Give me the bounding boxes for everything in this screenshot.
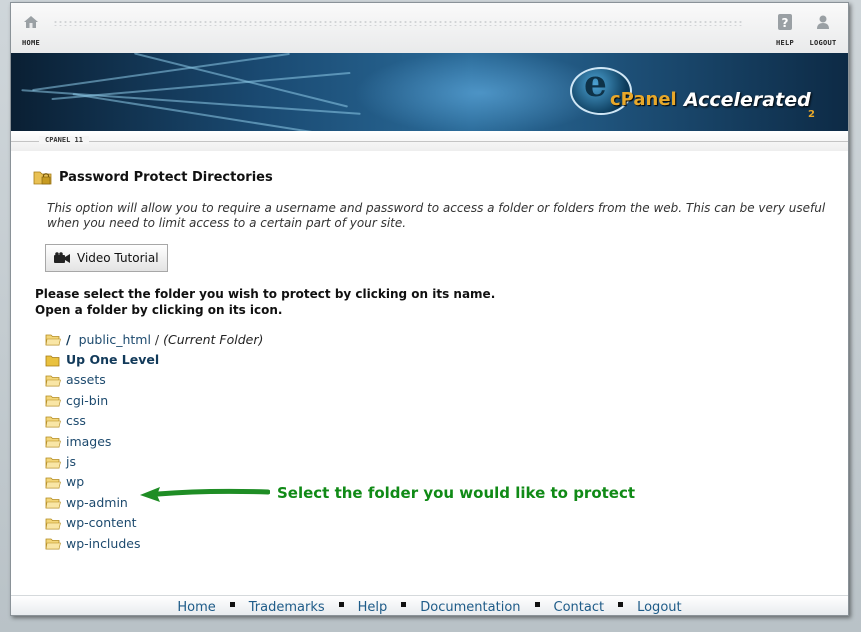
cpanel-accelerated-logo: e cPanel Accelerated 2	[570, 63, 820, 125]
folder-link-css[interactable]: css	[66, 413, 86, 428]
page-title: Password Protect Directories	[59, 169, 273, 185]
footer: Home Trademarks Help Documentation Conta…	[11, 595, 848, 615]
path-separator-2: /	[154, 331, 160, 347]
folder-lock-icon	[33, 171, 52, 185]
folder-link-images[interactable]: images	[66, 434, 111, 449]
folder-row: cgi-bin	[45, 390, 833, 410]
folder-icon[interactable]	[45, 373, 61, 387]
footer-bullet	[401, 602, 407, 607]
folder-icon[interactable]	[45, 516, 61, 530]
public-html-link[interactable]: public_html	[79, 332, 151, 347]
svg-text:?: ?	[782, 16, 789, 30]
cpanel-window: HOME ? HELP LOGOUT e cPanel Accelerated …	[10, 2, 849, 616]
up-one-level-row: Up One Level	[45, 349, 833, 369]
up-one-level-link[interactable]: Up One Level	[66, 352, 159, 367]
instruction-line-2: Open a folder by clicking on its icon.	[35, 303, 283, 317]
brand-cpanel-text: cPanel	[610, 89, 677, 110]
folder-row: assets	[45, 370, 833, 390]
logout-button[interactable]: LOGOUT	[805, 13, 841, 47]
folder-icon[interactable]	[45, 536, 61, 550]
page-description: This option will allow you to require a …	[47, 201, 826, 230]
annotation-text: Select the folder you would like to prot…	[277, 484, 636, 502]
instruction-line-1: Please select the folder you wish to pro…	[35, 287, 496, 301]
folder-row: wp-includes	[45, 533, 833, 553]
folder-icon[interactable]	[45, 475, 61, 489]
folder-list: / public_html / (Current Folder) Up One …	[45, 329, 833, 553]
section-label-bar: CPANEL 11	[11, 131, 848, 151]
cpanel-banner: e cPanel Accelerated 2	[11, 53, 848, 131]
folder-link-wp-admin[interactable]: wp-admin	[66, 495, 128, 510]
folder-link-wp-content[interactable]: wp-content	[66, 515, 137, 530]
footer-link-help[interactable]: Help	[358, 600, 388, 615]
folder-link-assets[interactable]: assets	[66, 372, 106, 387]
footer-link-logout[interactable]: Logout	[637, 600, 682, 615]
folder-row: images	[45, 431, 833, 451]
folder-up-icon[interactable]	[45, 353, 61, 367]
root-path-link[interactable]: /	[66, 332, 71, 347]
folder-link-js[interactable]: js	[66, 454, 76, 469]
folder-icon[interactable]	[45, 414, 61, 428]
logout-label: LOGOUT	[809, 39, 837, 47]
toolbar-dotted-divider	[53, 20, 743, 26]
help-button[interactable]: ? HELP	[767, 13, 803, 47]
current-path-row: / public_html / (Current Folder)	[45, 329, 833, 349]
page-header: Password Protect Directories	[33, 166, 833, 188]
footer-bullet	[338, 602, 344, 607]
footer-bullet	[229, 602, 235, 607]
instructions: Please select the folder you wish to pro…	[35, 286, 833, 318]
home-icon	[24, 16, 38, 28]
video-tutorial-button[interactable]: Video Tutorial	[45, 244, 168, 272]
folder-row: js	[45, 451, 833, 471]
folder-icon[interactable]	[45, 455, 61, 469]
folder-row: css	[45, 411, 833, 431]
cpanel-version-tag: CPANEL 11	[39, 136, 89, 144]
video-camera-icon	[54, 252, 70, 263]
brand-version: 2	[808, 109, 815, 120]
home-label: HOME	[21, 39, 41, 47]
video-tutorial-label: Video Tutorial	[77, 251, 159, 265]
footer-link-contact[interactable]: Contact	[554, 600, 605, 615]
footer-links: Home Trademarks Help Documentation Conta…	[177, 600, 681, 615]
user-logout-icon	[817, 15, 829, 29]
annotation-arrow	[140, 487, 270, 502]
footer-link-home[interactable]: Home	[177, 600, 215, 615]
folder-icon[interactable]	[45, 393, 61, 407]
home-button[interactable]: HOME	[13, 13, 49, 47]
footer-link-trademarks[interactable]: Trademarks	[249, 600, 325, 615]
folder-link-cgi-bin[interactable]: cgi-bin	[66, 393, 108, 408]
footer-bullet	[534, 602, 540, 607]
folder-icon[interactable]	[45, 434, 61, 448]
footer-link-documentation[interactable]: Documentation	[420, 600, 520, 615]
brand-accelerated-text: Accelerated	[684, 89, 811, 111]
folder-link-wp[interactable]: wp	[66, 474, 84, 489]
top-toolbar: HOME ? HELP LOGOUT	[11, 3, 848, 54]
help-label: HELP	[775, 39, 795, 47]
folder-row: wp-content	[45, 513, 833, 533]
footer-bullet	[618, 602, 624, 607]
help-icon: ?	[778, 14, 792, 30]
current-folder-note: (Current Folder)	[163, 331, 264, 347]
folder-link-wp-includes[interactable]: wp-includes	[66, 536, 140, 551]
folder-open-icon[interactable]	[45, 332, 61, 346]
folder-icon[interactable]	[45, 495, 61, 509]
